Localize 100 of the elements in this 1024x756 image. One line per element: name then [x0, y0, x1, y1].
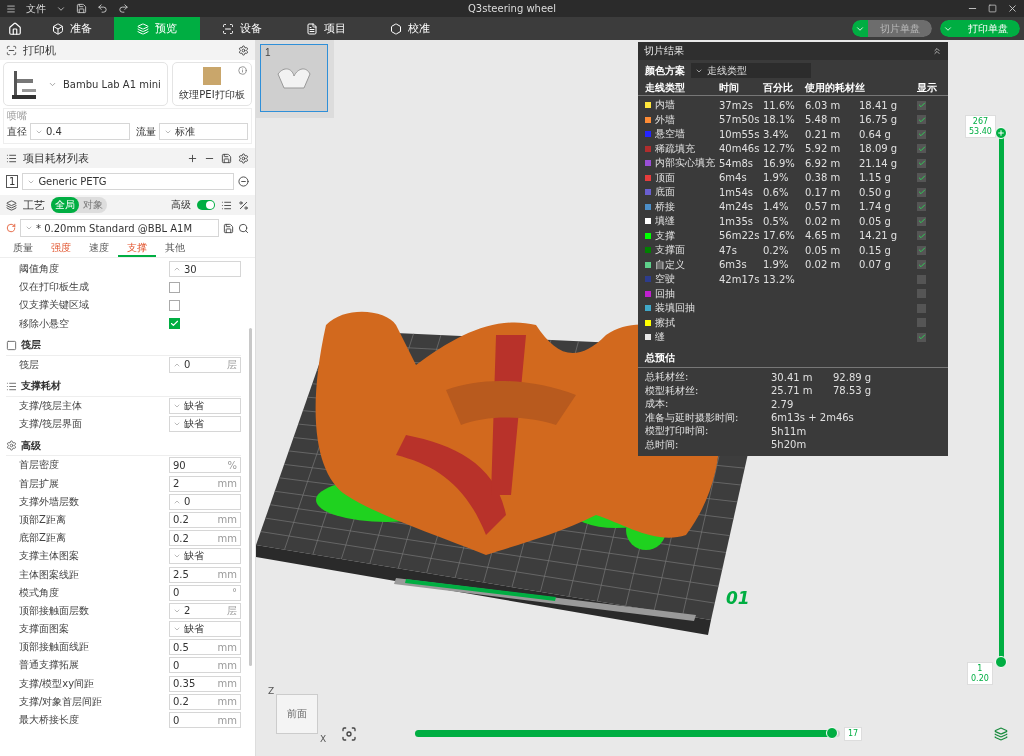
reset-icon[interactable]	[6, 223, 16, 233]
number-field[interactable]: 0.2 mm	[169, 693, 241, 710]
unit-label: mm	[217, 659, 237, 671]
table-cell: 40m46s	[719, 143, 760, 155]
preset-dropdown[interactable]: * 0.20mm Standard @BBL A1M	[20, 219, 219, 237]
visibility-checkbox[interactable]	[917, 115, 926, 125]
setting-label: 主体图案线距	[19, 567, 80, 582]
slider-handle[interactable]	[825, 727, 838, 739]
info-icon[interactable]	[238, 66, 247, 75]
column-header: 显示	[917, 81, 937, 95]
spin-field[interactable]: 0	[169, 493, 241, 510]
settings-tab[interactable]: 速度	[80, 241, 118, 257]
table-cell: 4.65 m	[805, 230, 841, 242]
search-icon[interactable]	[238, 222, 249, 234]
save-icon[interactable]	[221, 152, 232, 164]
visibility-checkbox[interactable]	[917, 129, 926, 139]
group-title: 支撑耗材	[21, 379, 61, 394]
percent-icon[interactable]	[238, 199, 249, 211]
checkbox[interactable]	[169, 299, 180, 311]
focus-icon[interactable]	[341, 726, 357, 742]
number-field[interactable]: 0.2 mm	[169, 511, 241, 528]
number-field[interactable]: 2.5 mm	[169, 566, 241, 583]
visibility-checkbox[interactable]	[917, 158, 926, 168]
nav-tab[interactable]: 设备	[200, 17, 284, 40]
number-field[interactable]: 0.5 mm	[169, 639, 241, 656]
dropdown-field[interactable]: 缺省	[169, 548, 241, 565]
filament-dropdown[interactable]: Generic PETG	[22, 173, 234, 190]
scheme-dropdown[interactable]: 走线类型	[691, 63, 811, 78]
redo-icon[interactable]	[118, 3, 129, 14]
flow-dropdown[interactable]: 标准	[159, 123, 248, 140]
dropdown-field[interactable]: 缺省	[169, 398, 241, 415]
printer-name[interactable]: Bambu Lab A1 mini	[63, 78, 161, 90]
settings-icon[interactable]	[238, 44, 249, 56]
number-field[interactable]: 2 mm	[169, 475, 241, 492]
visibility-checkbox[interactable]	[917, 100, 926, 110]
settings-tab[interactable]: 其他	[156, 241, 194, 257]
list-icon[interactable]	[221, 199, 232, 211]
slider-handle[interactable]	[995, 656, 1007, 668]
number-field[interactable]: 0.2 mm	[169, 530, 241, 547]
spin-field[interactable]: 0 层	[169, 356, 241, 373]
nav-tab[interactable]: 校准	[368, 17, 452, 40]
remove-circle-icon[interactable]	[238, 176, 249, 187]
save-icon[interactable]	[223, 222, 234, 234]
collapse-icon[interactable]	[932, 46, 942, 56]
maximize-icon[interactable]	[988, 4, 997, 13]
nav-tab[interactable]: 准备	[30, 17, 114, 40]
scrollbar[interactable]	[249, 328, 252, 666]
undo-icon[interactable]	[97, 3, 108, 14]
number-field[interactable]: 90 %	[169, 457, 241, 474]
summary-label: 总耗材丝:	[645, 370, 690, 385]
line-type: 空驶	[655, 272, 675, 287]
setting-label: 顶部接触面层数	[19, 603, 90, 618]
number-field[interactable]: 0 °	[169, 584, 241, 601]
table-cell: 57m50s	[719, 114, 760, 126]
table-cell: 0.15 g	[859, 244, 891, 256]
file-menu[interactable]: 文件	[26, 1, 46, 16]
menu-icon[interactable]	[6, 3, 16, 14]
visibility-checkbox[interactable]	[917, 332, 926, 342]
advanced-switch[interactable]	[197, 200, 215, 210]
visibility-checkbox[interactable]	[917, 187, 926, 197]
visibility-checkbox[interactable]	[917, 231, 926, 241]
dropdown-field[interactable]: 缺省	[169, 416, 241, 433]
close-icon[interactable]	[1007, 3, 1018, 14]
visibility-checkbox[interactable]	[917, 318, 926, 328]
visibility-checkbox[interactable]	[917, 245, 926, 255]
visibility-checkbox[interactable]	[917, 260, 926, 270]
checkbox[interactable]	[169, 281, 180, 293]
visibility-checkbox[interactable]	[917, 144, 926, 154]
slider-handle[interactable]	[995, 127, 1007, 139]
print-options-button[interactable]	[940, 20, 956, 37]
number-field[interactable]: 0 mm	[169, 712, 241, 729]
summary-label: 成本:	[645, 397, 670, 412]
visibility-checkbox[interactable]	[917, 216, 926, 226]
settings-tab[interactable]: 质量	[4, 241, 42, 257]
settings-tab[interactable]: 支撑	[118, 241, 156, 257]
visibility-checkbox[interactable]	[917, 289, 926, 299]
plate-thumbnail[interactable]: 1	[260, 44, 328, 112]
visibility-checkbox[interactable]	[917, 274, 926, 284]
scope-option[interactable]: 对象	[79, 197, 107, 213]
spin-field[interactable]: 30	[169, 261, 241, 278]
dropdown-field[interactable]: 2 层	[169, 602, 241, 619]
slice-options-button[interactable]	[852, 20, 868, 37]
number-field[interactable]: 0 mm	[169, 657, 241, 674]
nav-tab[interactable]: 项目	[284, 17, 368, 40]
field-value: 0.5	[173, 641, 189, 653]
visibility-checkbox[interactable]	[917, 303, 926, 313]
table-cell: 0.02 m	[805, 259, 841, 271]
move-slider-track[interactable]	[415, 730, 840, 737]
settings-icon[interactable]	[238, 152, 249, 164]
checkbox[interactable]	[169, 318, 180, 330]
visibility-checkbox[interactable]	[917, 202, 926, 212]
device-icon	[222, 22, 234, 35]
layers-icon[interactable]	[994, 727, 1008, 741]
visibility-checkbox[interactable]	[917, 173, 926, 183]
settings-tab[interactable]: 强度	[42, 241, 80, 257]
number-field[interactable]: 0.35 mm	[169, 675, 241, 692]
summary-value: 5h11m	[771, 425, 808, 437]
add-icon[interactable]	[187, 152, 198, 164]
diameter-dropdown[interactable]: 0.4	[30, 123, 130, 140]
dropdown-field[interactable]: 缺省	[169, 621, 241, 638]
